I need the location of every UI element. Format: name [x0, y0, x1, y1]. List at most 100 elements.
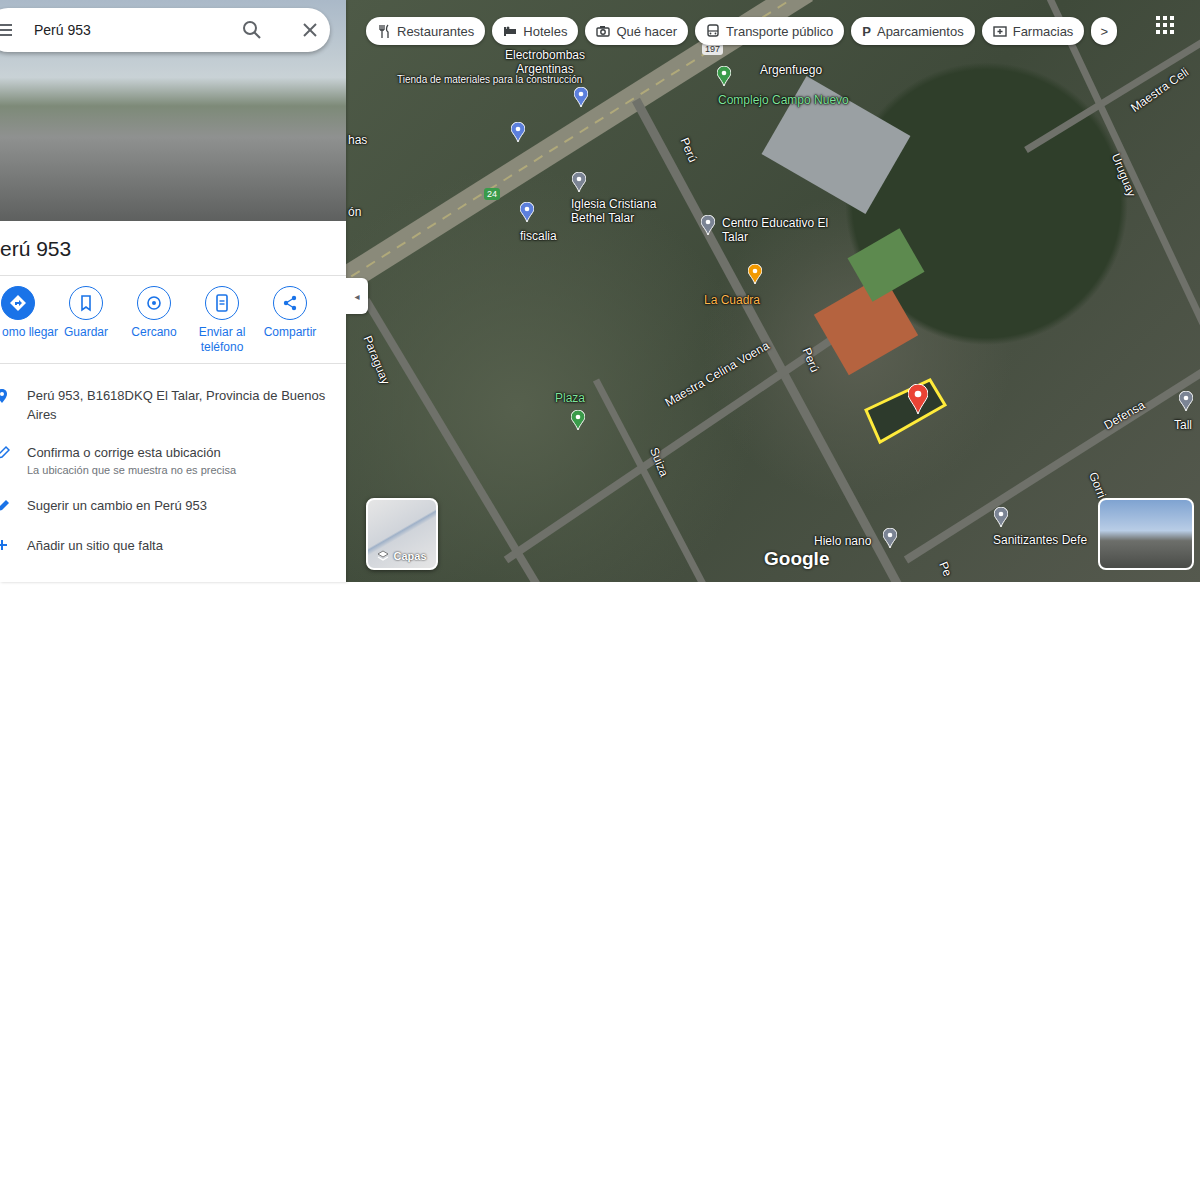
detail-text-box: Sugerir un cambio en Perú 953 [27, 496, 207, 515]
category-chip[interactable]: Qué hacer [585, 17, 688, 45]
pin-icon[interactable] [520, 202, 534, 222]
place-photo[interactable]: Perú 953 [0, 0, 346, 221]
nearby-button[interactable]: Cercano [120, 286, 188, 355]
edit-row[interactable]: Confirma o corrige esta ubicaciónLa ubic… [0, 432, 346, 486]
directions-icon[interactable] [7, 292, 29, 314]
street-label[interactable]: Maestra Celina Voena [662, 338, 771, 409]
address-icon[interactable] [0, 388, 10, 404]
menu-icon[interactable] [0, 23, 12, 37]
pin-icon[interactable] [701, 215, 715, 235]
action-label[interactable]: Cercano [131, 325, 176, 340]
save-button[interactable]: Guardar [52, 286, 120, 355]
pin-icon[interactable] [572, 172, 586, 192]
category-chip[interactable]: Hoteles [492, 17, 578, 45]
road-network [346, 0, 1200, 582]
detail-text: Perú 953, B1618DKQ El Talar, Provincia d… [27, 386, 336, 424]
pin-icon[interactable] [1179, 391, 1193, 411]
action-circle[interactable] [205, 286, 239, 320]
street-label[interactable]: Maestra Celi [1128, 65, 1191, 115]
action-label[interactable]: omo llegar [2, 325, 58, 340]
share-icon[interactable] [279, 292, 301, 314]
satellite-map[interactable]: Electrobombas ArgentinasTienda de materi… [346, 0, 1200, 582]
pharmacy-icon [993, 24, 1007, 38]
layers-button[interactable]: Capas [366, 498, 438, 570]
place-title: erú 953 [0, 221, 346, 276]
place-label[interactable]: Hielo nano [814, 534, 871, 548]
directions-button[interactable]: omo llegar [0, 286, 52, 355]
edit-icon[interactable] [0, 445, 10, 461]
action-circle[interactable] [1, 286, 35, 320]
selected-lot-outline[interactable] [346, 0, 1200, 582]
action-label[interactable]: Enviar al teléfono [188, 325, 256, 355]
save-icon[interactable] [75, 292, 97, 314]
transit-icon [706, 24, 720, 38]
place-label[interactable]: La Cuadra [704, 293, 760, 307]
place-panel: Perú 953 erú 953 omo llegar Guardar Cercano E… [0, 0, 346, 582]
detail-text: Confirma o corrige esta ubicación [27, 443, 236, 462]
nearby-icon[interactable] [143, 292, 165, 314]
place-label[interactable]: Iglesia Cristiana Bethel Talar [571, 197, 681, 225]
add-icon[interactable] [0, 538, 10, 554]
action-circle[interactable] [137, 286, 171, 320]
place-label[interactable]: Argenfuego [760, 63, 822, 77]
place-label[interactable]: ón [348, 205, 361, 219]
pin-icon[interactable] [717, 66, 731, 86]
detail-text-box: Añadir un sitio que falta [27, 536, 163, 555]
category-chip[interactable]: Farmacias [982, 17, 1085, 45]
place-label[interactable]: Tall [1174, 418, 1192, 432]
send-icon[interactable] [211, 292, 233, 314]
place-label[interactable]: Sanitizantes Defe [993, 533, 1087, 547]
pin-icon[interactable] [748, 264, 762, 284]
street-label[interactable]: Gorri [1086, 470, 1109, 500]
pin-icon[interactable] [571, 410, 585, 430]
search-box[interactable]: Perú 953 [0, 8, 330, 52]
close-icon[interactable] [302, 22, 318, 38]
send-button[interactable]: Enviar al teléfono [188, 286, 256, 355]
pin-icon[interactable] [574, 87, 588, 107]
action-label[interactable]: Compartir [264, 325, 317, 340]
pin-icon[interactable] [994, 507, 1008, 527]
place-label[interactable]: Centro Educativo El Talar [722, 216, 832, 244]
pin-icon[interactable] [883, 528, 897, 548]
suggest-row[interactable]: Sugerir un cambio en Perú 953 [0, 486, 346, 526]
search-icon[interactable] [242, 20, 262, 40]
sights-icon [596, 24, 610, 38]
address-row[interactable]: Perú 953, B1618DKQ El Talar, Provincia d… [0, 378, 346, 432]
place-label[interactable]: Complejo Campo Nuevo [718, 93, 849, 107]
more-chips-button[interactable]: > [1091, 17, 1117, 45]
category-chip[interactable]: P Aparcamientos [851, 17, 974, 45]
main-area: Perú 953 erú 953 omo llegar Guardar Cercano E… [0, 0, 1200, 582]
apps-grid-icon[interactable] [1156, 16, 1174, 34]
detail-text-box: Perú 953, B1618DKQ El Talar, Provincia d… [27, 386, 336, 424]
place-marker-icon[interactable] [908, 384, 928, 414]
action-circle[interactable] [69, 286, 103, 320]
add-row[interactable]: Añadir un sitio que falta [0, 526, 346, 566]
parking-icon: P [862, 24, 871, 39]
street-label[interactable]: Pe [936, 560, 954, 579]
action-label[interactable]: Guardar [64, 325, 108, 340]
suggest-icon[interactable] [0, 498, 10, 514]
collapse-panel-button[interactable]: ◂ [346, 278, 368, 314]
action-circle[interactable] [273, 286, 307, 320]
chip-label: Aparcamientos [877, 24, 964, 39]
category-chip[interactable]: Restaurantes [366, 17, 485, 45]
hotel-icon [503, 24, 517, 38]
chip-label: Qué hacer [616, 24, 677, 39]
street-view-thumbnail[interactable] [1098, 498, 1194, 570]
place-label[interactable]: Electrobombas Argentinas [490, 48, 600, 76]
route-badge[interactable]: 24 [484, 188, 500, 200]
place-label[interactable]: has [348, 133, 367, 147]
place-label[interactable]: Plaza [555, 391, 585, 405]
place-label[interactable]: fiscalia [520, 229, 557, 243]
search-input[interactable]: Perú 953 [22, 22, 232, 38]
place-label[interactable]: Tienda de materiales para la construcció… [397, 74, 582, 86]
street-label[interactable]: Perú [677, 136, 699, 165]
chip-label: Farmacias [1013, 24, 1074, 39]
detail-note: La ubicación que se muestra no es precis… [27, 462, 236, 478]
pin-icon[interactable] [511, 122, 525, 142]
chip-label: Hoteles [523, 24, 567, 39]
category-chip[interactable]: Transporte público [695, 17, 844, 45]
share-button[interactable]: Compartir [256, 286, 324, 355]
action-bar: omo llegar Guardar Cercano Enviar al teléfo… [0, 276, 346, 364]
layers-icon [377, 550, 389, 562]
